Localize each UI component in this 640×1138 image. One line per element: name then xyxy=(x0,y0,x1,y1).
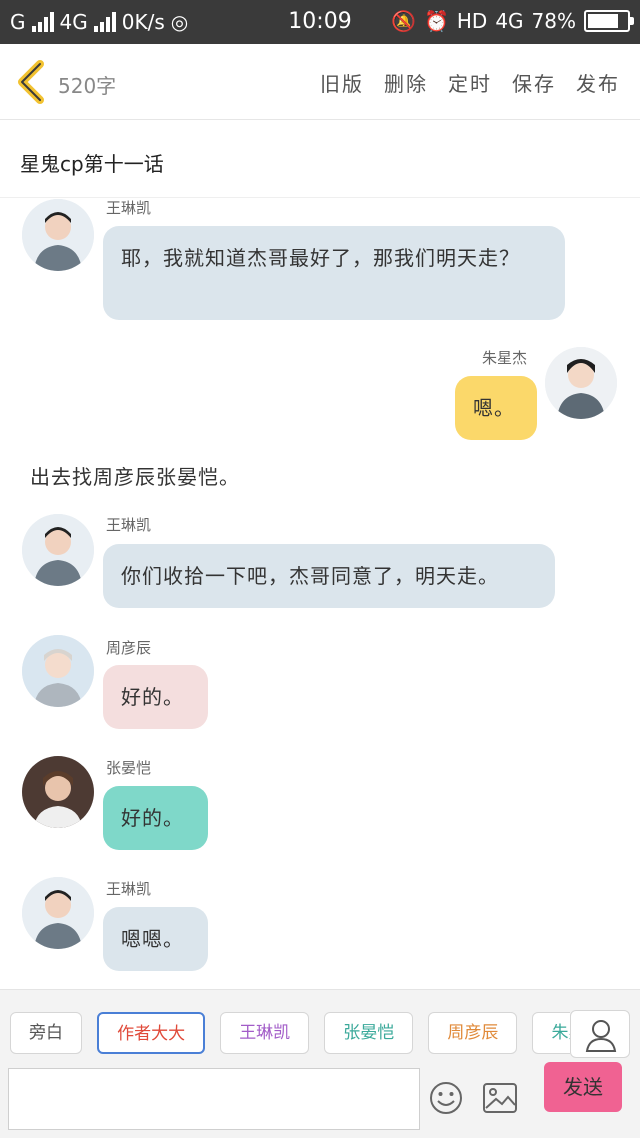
message-input[interactable] xyxy=(8,1068,420,1130)
person-icon xyxy=(22,635,94,707)
alarm-icon: ⏰ xyxy=(423,9,449,33)
image-icon xyxy=(483,1083,517,1113)
sender-name: 朱星杰 xyxy=(482,349,528,367)
message-bubble[interactable]: 耶，我就知道杰哥最好了，那我们明天走？ xyxy=(103,226,565,320)
role-chip-author[interactable]: 作者大大 xyxy=(97,1012,206,1054)
send-button[interactable]: 发送 xyxy=(544,1062,622,1112)
person-icon xyxy=(22,877,94,949)
avatar[interactable] xyxy=(22,199,94,271)
role-chip-zhu-xingjie[interactable]: 朱星杰 xyxy=(532,1012,570,1054)
role-chip-wang-linkai[interactable]: 王琳凯 xyxy=(220,1012,310,1054)
publish-button[interactable]: 发布 xyxy=(576,68,620,97)
avatar[interactable] xyxy=(22,877,94,949)
person-icon xyxy=(545,347,617,419)
status-bar: G 4G 0K/s ◎ 10:09 🔕 ⏰ HD 4G 78% xyxy=(0,0,640,44)
avatar[interactable] xyxy=(22,514,94,586)
word-count: 520字 xyxy=(58,74,117,98)
sender-name: 周彦辰 xyxy=(106,639,152,657)
sender-name: 王琳凯 xyxy=(106,199,152,217)
editor-header: 520字 旧版 删除 定时 保存 发布 xyxy=(0,44,640,120)
story-title[interactable]: 星鬼cp第十一话 xyxy=(20,148,164,177)
network-label-right: 4G xyxy=(495,9,524,33)
manage-roles-button[interactable] xyxy=(570,1010,630,1058)
person-icon xyxy=(22,199,94,271)
battery-icon xyxy=(584,10,634,32)
sender-name: 王琳凯 xyxy=(106,516,152,534)
mute-icon: 🔕 xyxy=(391,9,416,33)
message-bubble[interactable]: 你们收拾一下吧，杰哥同意了，明天走。 xyxy=(103,544,555,608)
back-button[interactable] xyxy=(14,58,50,106)
sender-name: 张晏恺 xyxy=(106,759,152,777)
smiley-icon xyxy=(430,1082,462,1114)
role-chip-zhou-yanchen[interactable]: 周彦辰 xyxy=(428,1012,518,1054)
battery-percent: 78% xyxy=(531,9,576,33)
emoji-button[interactable] xyxy=(428,1080,464,1116)
person-icon xyxy=(22,514,94,586)
hd-label: HD xyxy=(456,9,488,33)
avatar[interactable] xyxy=(22,756,94,828)
person-icon xyxy=(22,756,94,828)
old-version-button[interactable]: 旧版 xyxy=(320,68,364,97)
story-title-row[interactable]: 星鬼cp第十一话 xyxy=(0,120,640,198)
schedule-button[interactable]: 定时 xyxy=(448,68,492,97)
composer-toolbar: 旁白 作者大大 王琳凯 张晏恺 周彦辰 朱星杰 发送 xyxy=(0,989,640,1138)
chat-area[interactable]: 王琳凯 耶，我就知道杰哥最好了，那我们明天走？ 朱星杰 嗯。 出去找周彦辰张晏恺… xyxy=(0,199,640,989)
role-chip-zhang-yankai[interactable]: 张晏恺 xyxy=(324,1012,414,1054)
header-actions: 旧版 删除 定时 保存 发布 xyxy=(320,68,620,97)
image-button[interactable] xyxy=(482,1082,518,1114)
message-bubble[interactable]: 好的。 xyxy=(103,786,208,850)
role-chip-narrator[interactable]: 旁白 xyxy=(10,1012,82,1054)
delete-button[interactable]: 删除 xyxy=(384,68,428,97)
sender-name: 王琳凯 xyxy=(106,880,152,898)
save-button[interactable]: 保存 xyxy=(512,68,556,97)
message-bubble[interactable]: 嗯。 xyxy=(455,376,537,440)
avatar[interactable] xyxy=(22,635,94,707)
back-arrow-icon xyxy=(18,60,44,104)
message-bubble[interactable]: 嗯嗯。 xyxy=(103,907,208,971)
user-icon xyxy=(585,1020,617,1052)
message-bubble[interactable]: 好的。 xyxy=(103,665,208,729)
role-selector[interactable]: 旁白 作者大大 王琳凯 张晏恺 周彦辰 朱星杰 xyxy=(10,1012,570,1056)
avatar[interactable] xyxy=(545,347,617,419)
narration-text[interactable]: 出去找周彦辰张晏恺。 xyxy=(30,461,240,490)
